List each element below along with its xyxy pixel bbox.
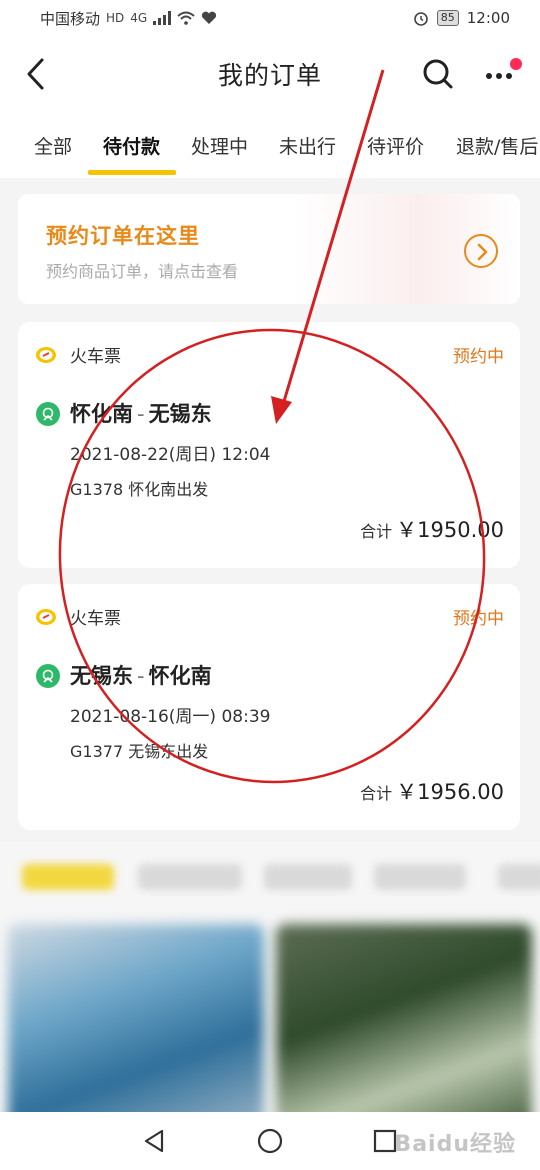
notification-dot — [510, 58, 522, 70]
blurred-image — [276, 924, 532, 1122]
blurred-chip — [498, 864, 540, 890]
nav-bar: 我的订单 — [0, 36, 540, 112]
tab-to-review[interactable]: 待评价 — [367, 112, 424, 178]
battery-indicator: 85 — [436, 10, 459, 26]
arrival-station: 无锡东 — [148, 402, 212, 426]
search-icon — [423, 59, 453, 89]
order-card[interactable]: 火车票 预约中 无锡东 - 怀化南 2021-08-16(周一) 08:39 G13… — [18, 584, 520, 830]
promo-title: 预约订单在这里 — [46, 224, 200, 248]
baidu-watermark: Baidu经验 — [394, 1132, 516, 1157]
departure-station: 怀化南 — [70, 402, 133, 426]
blurred-chip — [138, 864, 242, 890]
tab-refund-aftersale[interactable]: 退款/售后 — [456, 112, 538, 178]
back-button[interactable] — [22, 56, 54, 92]
arrival-station: 怀化南 — [148, 664, 212, 688]
order-category: 火车票 — [70, 347, 121, 367]
chevron-right-icon — [477, 243, 488, 261]
signal-icon — [153, 11, 172, 25]
blurred-chip — [264, 864, 352, 890]
reservation-promo-card[interactable]: 预约订单在这里 预约商品订单，请点击查看 — [18, 194, 520, 304]
order-status: 预约中 — [453, 609, 504, 629]
tab-processing[interactable]: 处理中 — [191, 112, 248, 178]
carrier-name: 中国移动 — [40, 9, 101, 28]
tab-pending-payment[interactable]: 待付款 — [103, 112, 160, 178]
total-label: 合计 — [360, 784, 393, 803]
departure-station: 无锡东 — [70, 664, 133, 688]
clock: 12:00 — [466, 9, 510, 27]
status-bar: 中国移动 HD 4G 85 12:00 — [0, 0, 540, 36]
triangle-back-icon — [144, 1129, 164, 1153]
departure-datetime: 2021-08-22(周日) 12:04 — [70, 445, 271, 465]
station-icon — [36, 664, 60, 688]
wifi-icon — [177, 11, 195, 25]
circle-home-icon — [257, 1128, 283, 1154]
health-heart-icon — [202, 11, 217, 24]
blurred-chip — [374, 864, 466, 890]
order-category: 火车票 — [70, 609, 121, 629]
route: 无锡东 - 怀化南 — [70, 664, 212, 688]
order-status: 预约中 — [453, 347, 504, 367]
active-tab-indicator — [88, 170, 176, 175]
route: 怀化南 - 无锡东 — [70, 402, 212, 426]
tab-all[interactable]: 全部 — [34, 112, 72, 178]
more-button[interactable] — [482, 58, 522, 92]
train-ticket-icon — [36, 609, 56, 625]
promo-arrow-button[interactable] — [464, 234, 498, 268]
order-tabs: 全部 待付款 处理中 未出行 待评价 退款/售后 — [0, 112, 540, 178]
train-number: G1378 怀化南出发 — [70, 480, 209, 499]
total-amount: ￥1956.00 — [396, 780, 504, 804]
train-number: G1377 无锡东出发 — [70, 742, 209, 761]
blurred-image — [8, 924, 264, 1122]
search-button[interactable] — [418, 54, 458, 94]
order-total: 合计 ￥1950.00 — [360, 514, 504, 544]
chevron-left-icon — [27, 58, 44, 90]
station-icon — [36, 402, 60, 426]
blurred-recommendations — [0, 842, 540, 1122]
departure-datetime: 2021-08-16(周一) 08:39 — [70, 707, 271, 727]
order-card[interactable]: 火车票 预约中 怀化南 - 无锡东 2021-08-22(周日) 12:04 G13… — [18, 322, 520, 568]
system-back-button[interactable] — [140, 1126, 170, 1156]
total-amount: ￥1950.00 — [396, 518, 504, 542]
system-home-button[interactable] — [255, 1126, 285, 1156]
tab-not-traveled[interactable]: 未出行 — [279, 112, 336, 178]
page-title: 我的订单 — [217, 61, 322, 90]
hd-badge: HD — [106, 11, 125, 25]
alarm-icon — [413, 12, 428, 26]
promo-subtitle: 预约商品订单，请点击查看 — [46, 262, 239, 281]
network-4g-badge: 4G — [130, 11, 148, 25]
system-nav-bar: Baidu经验 — [0, 1112, 540, 1170]
order-total: 合计 ￥1956.00 — [360, 776, 504, 806]
blurred-chip — [22, 864, 114, 890]
train-ticket-icon — [36, 347, 56, 363]
total-label: 合计 — [360, 522, 393, 541]
